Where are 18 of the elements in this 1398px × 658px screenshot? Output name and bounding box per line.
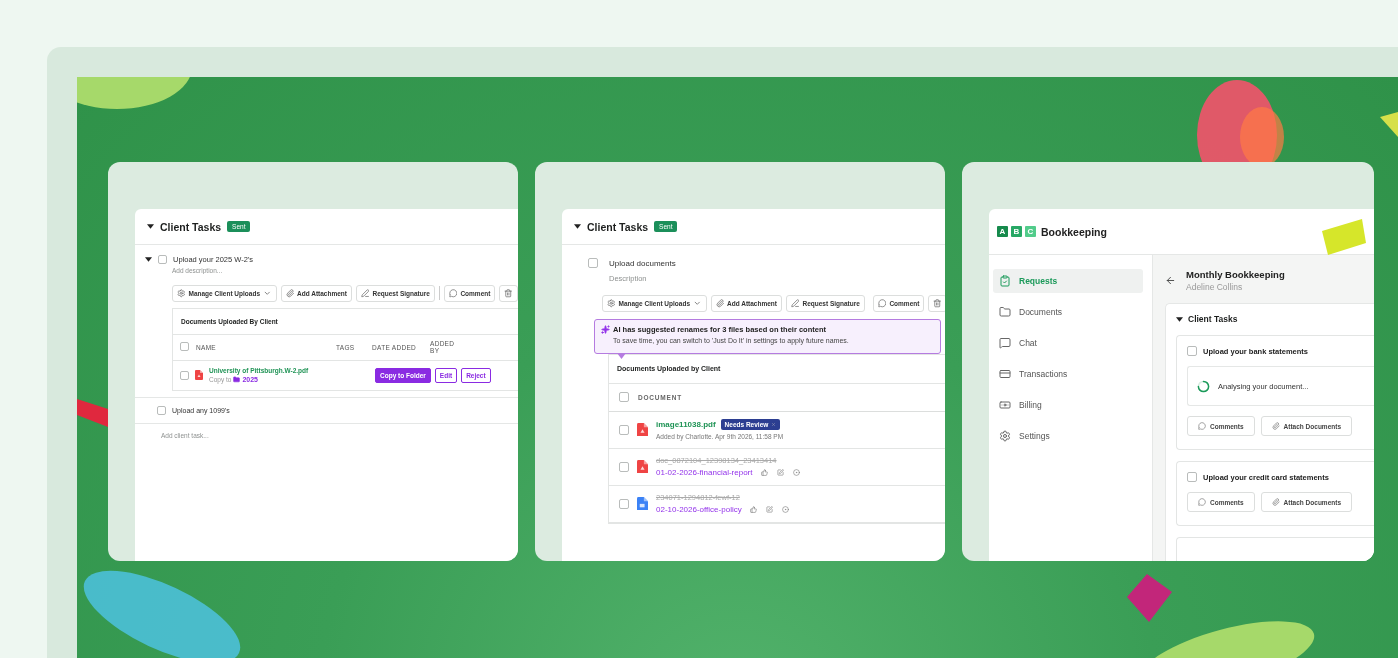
client-name: Adeline Collins xyxy=(1186,282,1244,292)
nav-item[interactable]: Settings xyxy=(993,424,1143,448)
task-title: Upload documents xyxy=(609,258,676,268)
suggested-file-name[interactable]: 01-02-2026-financial-report xyxy=(656,468,753,477)
nav-item[interactable]: Documents xyxy=(993,300,1143,324)
brand-name: Bookkeeping xyxy=(1041,225,1107,238)
section-title: Client Tasks xyxy=(1188,314,1238,324)
nav-item[interactable]: Chat xyxy=(993,331,1143,355)
file-name[interactable]: image11038.pdf xyxy=(656,420,716,429)
logo-letter: B xyxy=(1011,226,1022,237)
logo-letter: C xyxy=(1025,226,1036,237)
logo-letter: A xyxy=(997,226,1008,237)
nav-item[interactable]: Billing xyxy=(993,393,1143,417)
section-title: Client Tasks xyxy=(160,220,222,233)
nav-item[interactable]: Transactions xyxy=(993,362,1143,386)
suggested-file-name[interactable]: 02-10-2026-office-policy xyxy=(656,505,742,514)
page-title: Monthly Bookkeeping xyxy=(1186,269,1285,280)
section-title: Client Tasks xyxy=(587,220,649,233)
